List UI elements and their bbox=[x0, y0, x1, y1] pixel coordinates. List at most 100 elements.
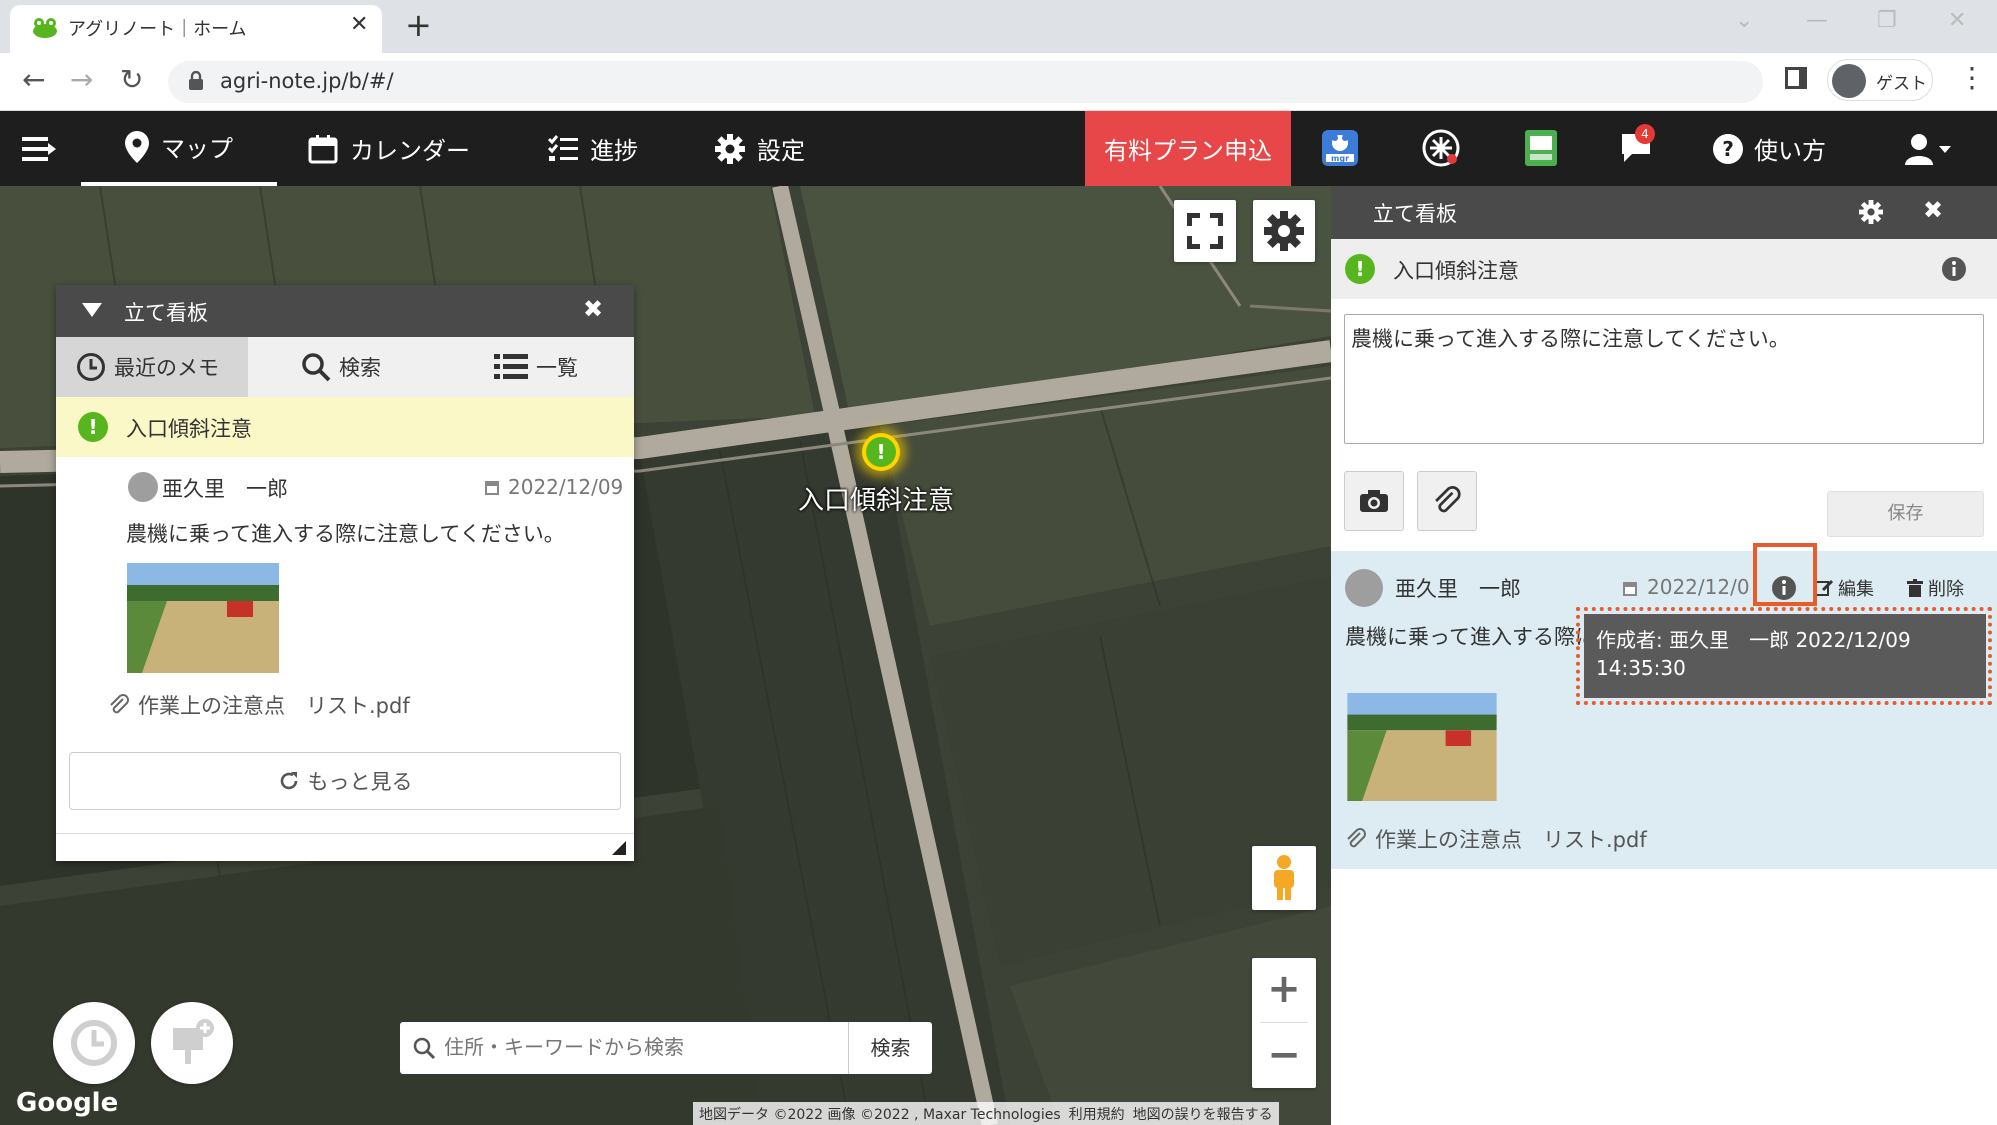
info-icon[interactable] bbox=[1941, 256, 1967, 282]
zoom-out-button[interactable]: − bbox=[1252, 1024, 1316, 1088]
street-view-button[interactable] bbox=[1252, 846, 1316, 910]
user-menu-icon[interactable] bbox=[1903, 133, 1953, 165]
nav-progress[interactable]: 進捗 bbox=[548, 111, 638, 186]
map-search-button[interactable]: 検索 bbox=[848, 1022, 932, 1074]
float-attachment-link[interactable]: 作業上の注意点 リスト.pdf bbox=[108, 690, 410, 720]
fullscreen-button[interactable] bbox=[1174, 200, 1236, 262]
checklist-icon bbox=[548, 134, 578, 161]
edit-label: 編集 bbox=[1838, 579, 1874, 600]
forward-icon[interactable]: → bbox=[70, 63, 93, 96]
gear-icon bbox=[715, 133, 745, 164]
profile-button[interactable]: ゲスト bbox=[1827, 59, 1933, 101]
nav-calendar-label: カレンダー bbox=[350, 137, 470, 165]
memo-photo[interactable] bbox=[127, 563, 279, 673]
zoom-in-button[interactable]: + bbox=[1252, 958, 1316, 1022]
app-header: マップ カレンダー 進捗 設定 有料プラン申込 mgr 4 ? 使い方 bbox=[0, 111, 1997, 186]
attribution-data: 地図データ ©2022 画像 ©2022 , Maxar Technologie… bbox=[699, 1106, 1061, 1123]
attach-file-button[interactable] bbox=[1417, 471, 1477, 531]
side-panel-icon[interactable] bbox=[1785, 67, 1807, 89]
nav-map[interactable]: マップ bbox=[81, 111, 277, 186]
new-tab-icon[interactable]: + bbox=[405, 6, 432, 44]
tab-close-icon[interactable]: ✕ bbox=[350, 12, 368, 37]
nav-map-label: マップ bbox=[161, 135, 233, 163]
exclamation-icon: ! bbox=[1345, 254, 1375, 284]
float-panel-tabs: 最近のメモ 検索 一覧 bbox=[56, 337, 634, 397]
pegman-icon bbox=[1274, 855, 1294, 900]
help-icon: ? bbox=[1713, 133, 1743, 164]
profile-label: ゲスト bbox=[1876, 74, 1927, 94]
float-attachment-name: 作業上の注意点 リスト.pdf bbox=[138, 694, 410, 718]
browser-tab[interactable]: アグリノート｜ホーム ✕ bbox=[10, 5, 382, 53]
tab-search[interactable]: 検索 bbox=[301, 337, 381, 397]
load-more-button[interactable]: もっと見る bbox=[69, 752, 621, 810]
nav-calendar[interactable]: カレンダー bbox=[308, 111, 470, 186]
save-button[interactable]: 保存 bbox=[1827, 491, 1984, 537]
delete-button[interactable]: 削除 bbox=[1907, 575, 1964, 601]
float-panel-close-icon[interactable]: ✖ bbox=[583, 295, 603, 323]
tab-search-icon[interactable]: ⌄ bbox=[1735, 8, 1753, 33]
reload-icon[interactable]: ↻ bbox=[120, 63, 143, 96]
tab-list-label: 一覧 bbox=[536, 356, 578, 380]
map-marker[interactable]: ! bbox=[862, 433, 900, 471]
side-panel-header: 立て看板 ✖ bbox=[1331, 186, 1997, 239]
farm-diary-icon[interactable] bbox=[1521, 128, 1561, 168]
paperclip-icon bbox=[1347, 828, 1366, 848]
map-settings-button[interactable] bbox=[1253, 200, 1315, 262]
edit-button[interactable]: 編集 bbox=[1815, 575, 1874, 601]
memo-textarea[interactable]: 農機に乗って進入する際に注意してください。 bbox=[1344, 314, 1984, 444]
side-notice-row: ! 入口傾斜注意 bbox=[1331, 239, 1997, 299]
memo-card: 亜久里 一郎 2022/12/09 編集 削除 農機に乗って進入する際に注意して… bbox=[1331, 551, 1997, 869]
menu-toggle-icon[interactable] bbox=[22, 135, 56, 163]
float-memo-author: 亜久里 一郎 bbox=[162, 477, 288, 501]
history-button[interactable] bbox=[53, 1002, 135, 1084]
mgr-app-icon[interactable]: mgr bbox=[1320, 128, 1360, 168]
card-photo[interactable] bbox=[1346, 693, 1498, 801]
notification-badge: 4 bbox=[1635, 124, 1655, 144]
help-button[interactable]: ? 使い方 bbox=[1712, 111, 1826, 186]
zoom-control: + − bbox=[1252, 958, 1316, 1088]
card-body: 農機に乗って進入する際に注意してください。 bbox=[1345, 625, 1585, 649]
paperclip-icon bbox=[1435, 486, 1461, 513]
url-text: agri-note.jp/b/#/ bbox=[220, 69, 394, 93]
camera-button[interactable] bbox=[1344, 471, 1404, 531]
side-panel-close-icon[interactable]: ✖ bbox=[1923, 196, 1943, 224]
float-panel-header: 立て看板 ✖ bbox=[56, 285, 634, 337]
minimize-icon[interactable]: — bbox=[1806, 8, 1828, 33]
gear-icon[interactable] bbox=[1859, 200, 1883, 224]
weather-icon[interactable] bbox=[1421, 128, 1461, 168]
paid-plan-button[interactable]: 有料プラン申込 bbox=[1085, 111, 1291, 186]
svg-text:?: ? bbox=[1722, 137, 1734, 161]
exclamation-icon: ! bbox=[78, 412, 108, 442]
restore-icon[interactable]: ❐ bbox=[1877, 8, 1897, 33]
avatar bbox=[128, 472, 158, 502]
tab-recent-label: 最近のメモ bbox=[114, 356, 219, 380]
add-board-button[interactable] bbox=[151, 1002, 233, 1084]
map-search: 検索 bbox=[400, 1022, 932, 1074]
nav-settings[interactable]: 設定 bbox=[715, 111, 805, 186]
clock-icon bbox=[71, 1020, 117, 1066]
browser-menu-icon[interactable]: ⋮ bbox=[1958, 61, 1986, 94]
mgr-label: mgr bbox=[1331, 154, 1350, 163]
clock-icon bbox=[77, 353, 105, 381]
tab-list[interactable]: 一覧 bbox=[494, 337, 578, 397]
card-attachment-link[interactable]: 作業上の注意点 リスト.pdf bbox=[1345, 824, 1647, 854]
resize-handle-icon[interactable] bbox=[612, 841, 626, 855]
tab-recent-memos[interactable]: 最近のメモ bbox=[56, 337, 248, 397]
info-highlight-box bbox=[1753, 543, 1817, 606]
back-icon[interactable]: ← bbox=[22, 63, 45, 96]
address-bar[interactable]: agri-note.jp/b/#/ bbox=[168, 61, 1763, 103]
trash-icon bbox=[1907, 579, 1923, 597]
collapse-caret-icon[interactable] bbox=[82, 303, 102, 317]
float-notice-row[interactable]: ! 入口傾斜注意 bbox=[56, 397, 634, 457]
map-attribution: 地図データ ©2022 画像 ©2022 , Maxar Technologie… bbox=[693, 1102, 1279, 1125]
refresh-icon bbox=[280, 772, 297, 790]
terms-link[interactable]: 利用規約 bbox=[1069, 1104, 1125, 1124]
calendar-icon bbox=[308, 134, 338, 163]
float-memo-date: 2022/12/09 bbox=[508, 475, 624, 499]
float-notice-title: 入口傾斜注意 bbox=[126, 417, 252, 441]
marker-label: 入口傾斜注意 bbox=[798, 486, 955, 516]
map-search-input[interactable] bbox=[444, 1032, 834, 1062]
window-close-icon[interactable]: ✕ bbox=[1948, 8, 1966, 33]
browser-toolbar: ← → ↻ agri-note.jp/b/#/ ゲスト ⋮ bbox=[0, 53, 1997, 111]
report-error-link[interactable]: 地図の誤りを報告する bbox=[1133, 1104, 1273, 1124]
